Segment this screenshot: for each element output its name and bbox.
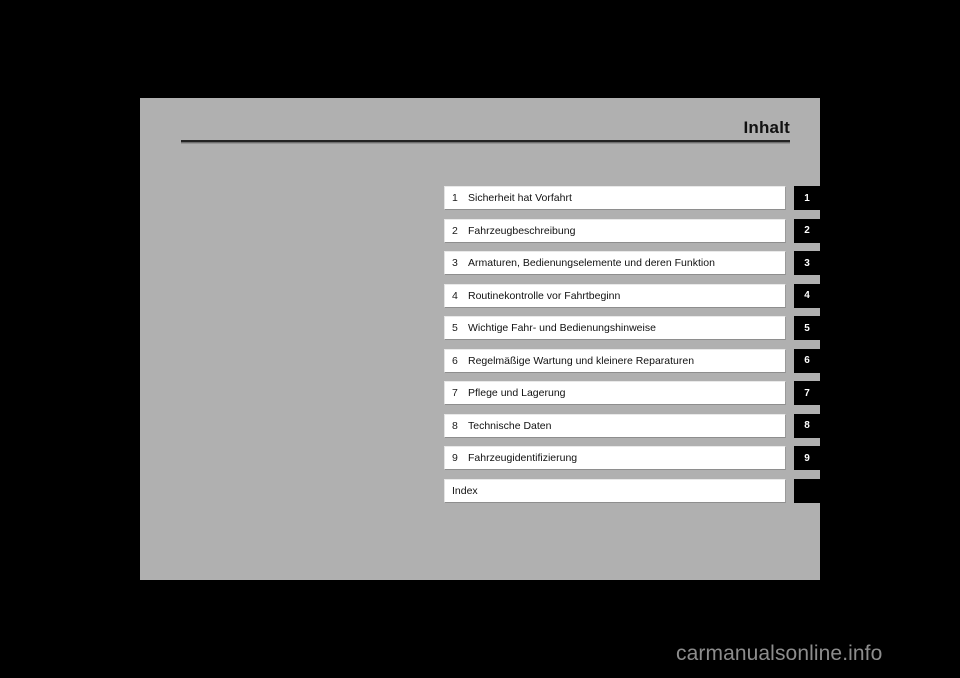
manual-page: Inhalt 1 Sicherheit hat Vorfahrt 1 2 Fah… <box>140 98 820 580</box>
title-divider <box>181 140 790 144</box>
toc-gap <box>786 349 794 373</box>
table-of-contents: 1 Sicherheit hat Vorfahrt 1 2 Fahrzeugbe… <box>444 186 820 511</box>
divider-line-light <box>181 143 790 144</box>
toc-entry[interactable]: Index <box>444 478 786 503</box>
toc-number: 4 <box>452 289 458 302</box>
toc-entry[interactable]: 4 Routinekontrolle vor Fahrtbeginn <box>444 283 786 308</box>
toc-label: Routinekontrolle vor Fahrtbeginn <box>468 289 621 302</box>
toc-number: 9 <box>452 452 458 464</box>
toc-number: 5 <box>452 322 458 334</box>
toc-row[interactable]: 5 Wichtige Fahr- und Bedienungshinweise … <box>444 316 820 340</box>
toc-label: Technische Daten <box>468 419 552 432</box>
toc-entry[interactable]: 7 Pflege und Lagerung <box>444 381 786 405</box>
toc-entry[interactable]: 8 Technische Daten <box>444 413 786 438</box>
watermark: carmanualsonline.info <box>676 642 883 665</box>
toc-number: 6 <box>452 354 458 367</box>
toc-gap <box>786 284 794 308</box>
toc-row-index[interactable]: Index <box>444 478 820 503</box>
toc-label: Regelmäßige Wartung und kleinere Reparat… <box>468 354 695 367</box>
toc-gap <box>786 479 794 503</box>
section-tab[interactable]: 2 <box>794 218 820 243</box>
toc-row[interactable]: 1 Sicherheit hat Vorfahrt 1 <box>444 186 820 210</box>
toc-row[interactable]: 8 Technische Daten 8 <box>444 413 820 438</box>
section-tab[interactable]: 6 <box>794 348 820 373</box>
toc-label: Fahrzeugbeschreibung <box>468 224 576 237</box>
toc-label: Fahrzeugidentifizierung <box>468 452 578 464</box>
toc-row[interactable]: 4 Routinekontrolle vor Fahrtbeginn 4 <box>444 283 820 308</box>
toc-number: 1 <box>452 192 458 204</box>
toc-label: Wichtige Fahr- und Bedienungshinweise <box>468 322 656 334</box>
toc-entry[interactable]: 1 Sicherheit hat Vorfahrt <box>444 186 786 210</box>
toc-row[interactable]: 6 Regelmäßige Wartung und kleinere Repar… <box>444 348 820 373</box>
toc-number: 2 <box>452 224 458 237</box>
toc-number: 3 <box>452 257 458 269</box>
toc-gap <box>786 381 794 405</box>
toc-label: Armaturen, Bedienungselemente und deren … <box>468 257 715 269</box>
toc-gap <box>786 446 794 470</box>
section-tab[interactable]: 3 <box>794 251 820 275</box>
toc-gap <box>786 316 794 340</box>
toc-row[interactable]: 9 Fahrzeugidentifizierung 9 <box>444 446 820 470</box>
toc-entry[interactable]: 9 Fahrzeugidentifizierung <box>444 446 786 470</box>
page-title: Inhalt <box>743 118 790 137</box>
section-tab[interactable]: 7 <box>794 381 820 405</box>
toc-entry[interactable]: 2 Fahrzeugbeschreibung <box>444 218 786 243</box>
toc-gap <box>786 414 794 438</box>
toc-label: Index <box>452 484 478 497</box>
section-tab[interactable]: 4 <box>794 283 820 308</box>
section-tab[interactable]: 9 <box>794 446 820 470</box>
section-tab[interactable] <box>794 478 820 503</box>
toc-entry[interactable]: 6 Regelmäßige Wartung und kleinere Repar… <box>444 348 786 373</box>
toc-row[interactable]: 3 Armaturen, Bedienungselemente und dere… <box>444 251 820 275</box>
toc-entry[interactable]: 5 Wichtige Fahr- und Bedienungshinweise <box>444 316 786 340</box>
toc-number: 8 <box>452 419 458 432</box>
toc-gap <box>786 251 794 275</box>
toc-label: Sicherheit hat Vorfahrt <box>468 192 572 204</box>
toc-label: Pflege und Lagerung <box>468 387 566 399</box>
toc-row[interactable]: 2 Fahrzeugbeschreibung 2 <box>444 218 820 243</box>
toc-entry[interactable]: 3 Armaturen, Bedienungselemente und dere… <box>444 251 786 275</box>
toc-number: 7 <box>452 387 458 399</box>
toc-row[interactable]: 7 Pflege und Lagerung 7 <box>444 381 820 405</box>
toc-gap <box>786 219 794 243</box>
section-tab[interactable]: 5 <box>794 316 820 340</box>
section-tab[interactable]: 1 <box>794 186 820 210</box>
section-tab[interactable]: 8 <box>794 413 820 438</box>
toc-gap <box>786 186 794 210</box>
